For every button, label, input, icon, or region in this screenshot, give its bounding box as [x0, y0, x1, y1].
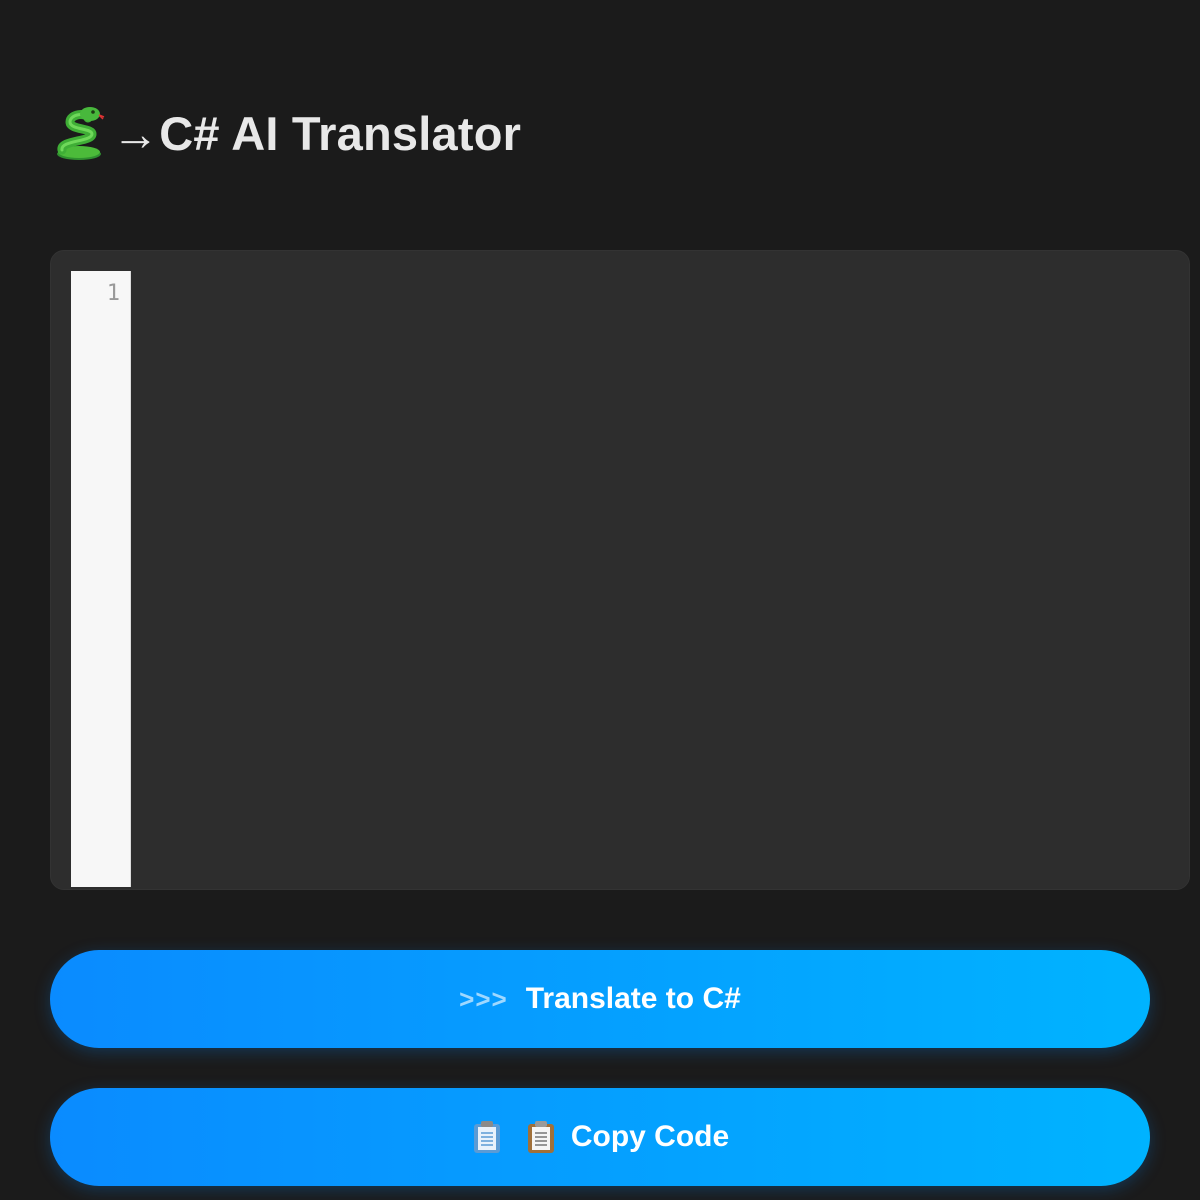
app-page: →C# AI Translator 1 >>> Translate to C#: [0, 0, 1200, 1200]
clipboard-icon: [471, 1120, 503, 1154]
line-number: 1: [106, 281, 120, 306]
code-input-area[interactable]: [132, 271, 1189, 889]
page-title: →C# AI Translator: [52, 104, 521, 162]
line-number-gutter: 1: [71, 271, 131, 887]
clipboard-icon: [525, 1120, 557, 1154]
copy-button-label: Copy Code: [570, 1120, 730, 1153]
code-editor[interactable]: 1: [50, 250, 1190, 890]
copy-code-button[interactable]: Copy Code: [50, 1088, 1150, 1186]
app-title-text: →C# AI Translator: [112, 106, 522, 160]
translate-button[interactable]: >>> Translate to C#: [50, 950, 1150, 1048]
translate-button-label: Translate to C#: [525, 982, 741, 1015]
translate-prefix: >>>: [459, 983, 508, 1014]
snake-icon: [52, 104, 106, 162]
